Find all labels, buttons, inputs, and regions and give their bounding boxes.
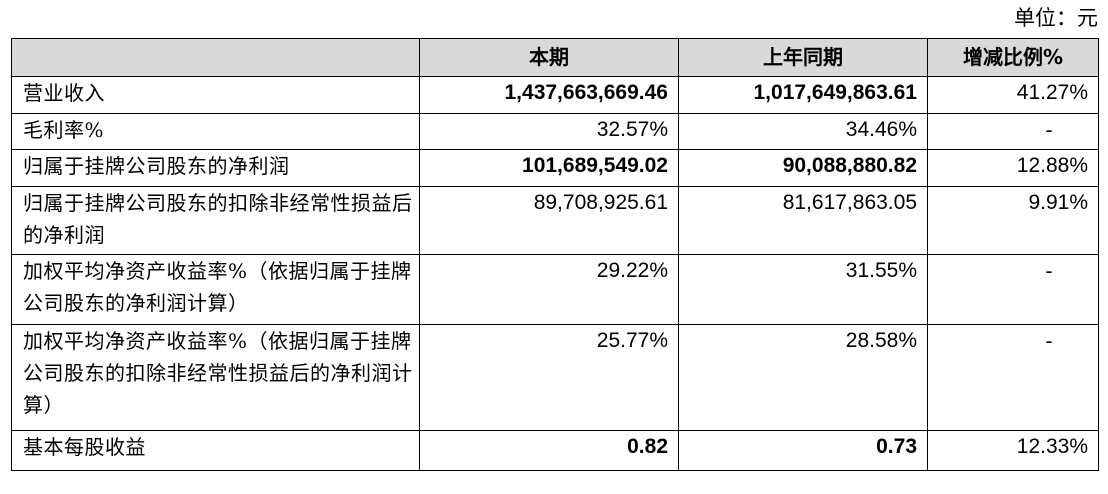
row-change-value: -	[927, 254, 1099, 325]
row-label: 营业收入	[11, 76, 420, 114]
row-label: 加权平均净资产收益率%（依据归属于挂牌公司股东的净利润计算）	[11, 254, 420, 325]
row-current-value: 29.22%	[419, 254, 679, 325]
row-label: 基本每股收益	[11, 430, 420, 471]
row-prior-value: 0.73	[678, 430, 928, 471]
row-prior-value: 90,088,880.82	[678, 149, 928, 187]
row-change-value: -	[927, 113, 1099, 150]
header-change-percent: 增减比例%	[927, 38, 1099, 77]
row-prior-value: 28.58%	[678, 324, 928, 431]
row-current-value: 32.57%	[419, 113, 679, 150]
row-current-value: 1,437,663,669.46	[419, 76, 679, 114]
row-current-value: 25.77%	[419, 324, 679, 431]
table-row: 加权平均净资产收益率%（依据归属于挂牌公司股东的扣除非经常性损益后的净利润计算）…	[11, 324, 1099, 431]
row-current-value: 89,708,925.61	[419, 186, 679, 255]
table-row: 归属于挂牌公司股东的扣除非经常性损益后的净利润 89,708,925.61 81…	[11, 186, 1099, 255]
row-label: 归属于挂牌公司股东的净利润	[11, 149, 420, 187]
table-row: 毛利率% 32.57% 34.46% -	[11, 113, 1099, 150]
row-current-value: 0.82	[419, 430, 679, 471]
header-item	[11, 38, 420, 77]
row-prior-value: 31.55%	[678, 254, 928, 325]
table-header-row: 本期 上年同期 增减比例%	[11, 38, 1099, 77]
row-prior-value: 34.46%	[678, 113, 928, 150]
row-label: 加权平均净资产收益率%（依据归属于挂牌公司股东的扣除非经常性损益后的净利润计算）	[11, 324, 420, 431]
financial-summary-table: 本期 上年同期 增减比例% 营业收入 1,437,663,669.46 1,01…	[11, 38, 1099, 471]
table-row: 归属于挂牌公司股东的净利润 101,689,549.02 90,088,880.…	[11, 149, 1099, 187]
row-label: 毛利率%	[11, 113, 420, 150]
row-current-value: 101,689,549.02	[419, 149, 679, 187]
row-change-value: 12.33%	[927, 430, 1099, 471]
header-prior-period: 上年同期	[678, 38, 928, 77]
header-current-period: 本期	[419, 38, 679, 77]
row-change-value: 41.27%	[927, 76, 1099, 114]
unit-label: 单位：元	[1014, 6, 1098, 30]
table-row: 加权平均净资产收益率%（依据归属于挂牌公司股东的净利润计算） 29.22% 31…	[11, 254, 1099, 325]
row-prior-value: 1,017,649,863.61	[678, 76, 928, 114]
row-label: 归属于挂牌公司股东的扣除非经常性损益后的净利润	[11, 186, 420, 255]
table-row: 营业收入 1,437,663,669.46 1,017,649,863.61 4…	[11, 76, 1099, 114]
row-change-value: 9.91%	[927, 186, 1099, 255]
row-change-value: 12.88%	[927, 149, 1099, 187]
table-row: 基本每股收益 0.82 0.73 12.33%	[11, 430, 1099, 471]
row-prior-value: 81,617,863.05	[678, 186, 928, 255]
row-change-value: -	[927, 324, 1099, 431]
